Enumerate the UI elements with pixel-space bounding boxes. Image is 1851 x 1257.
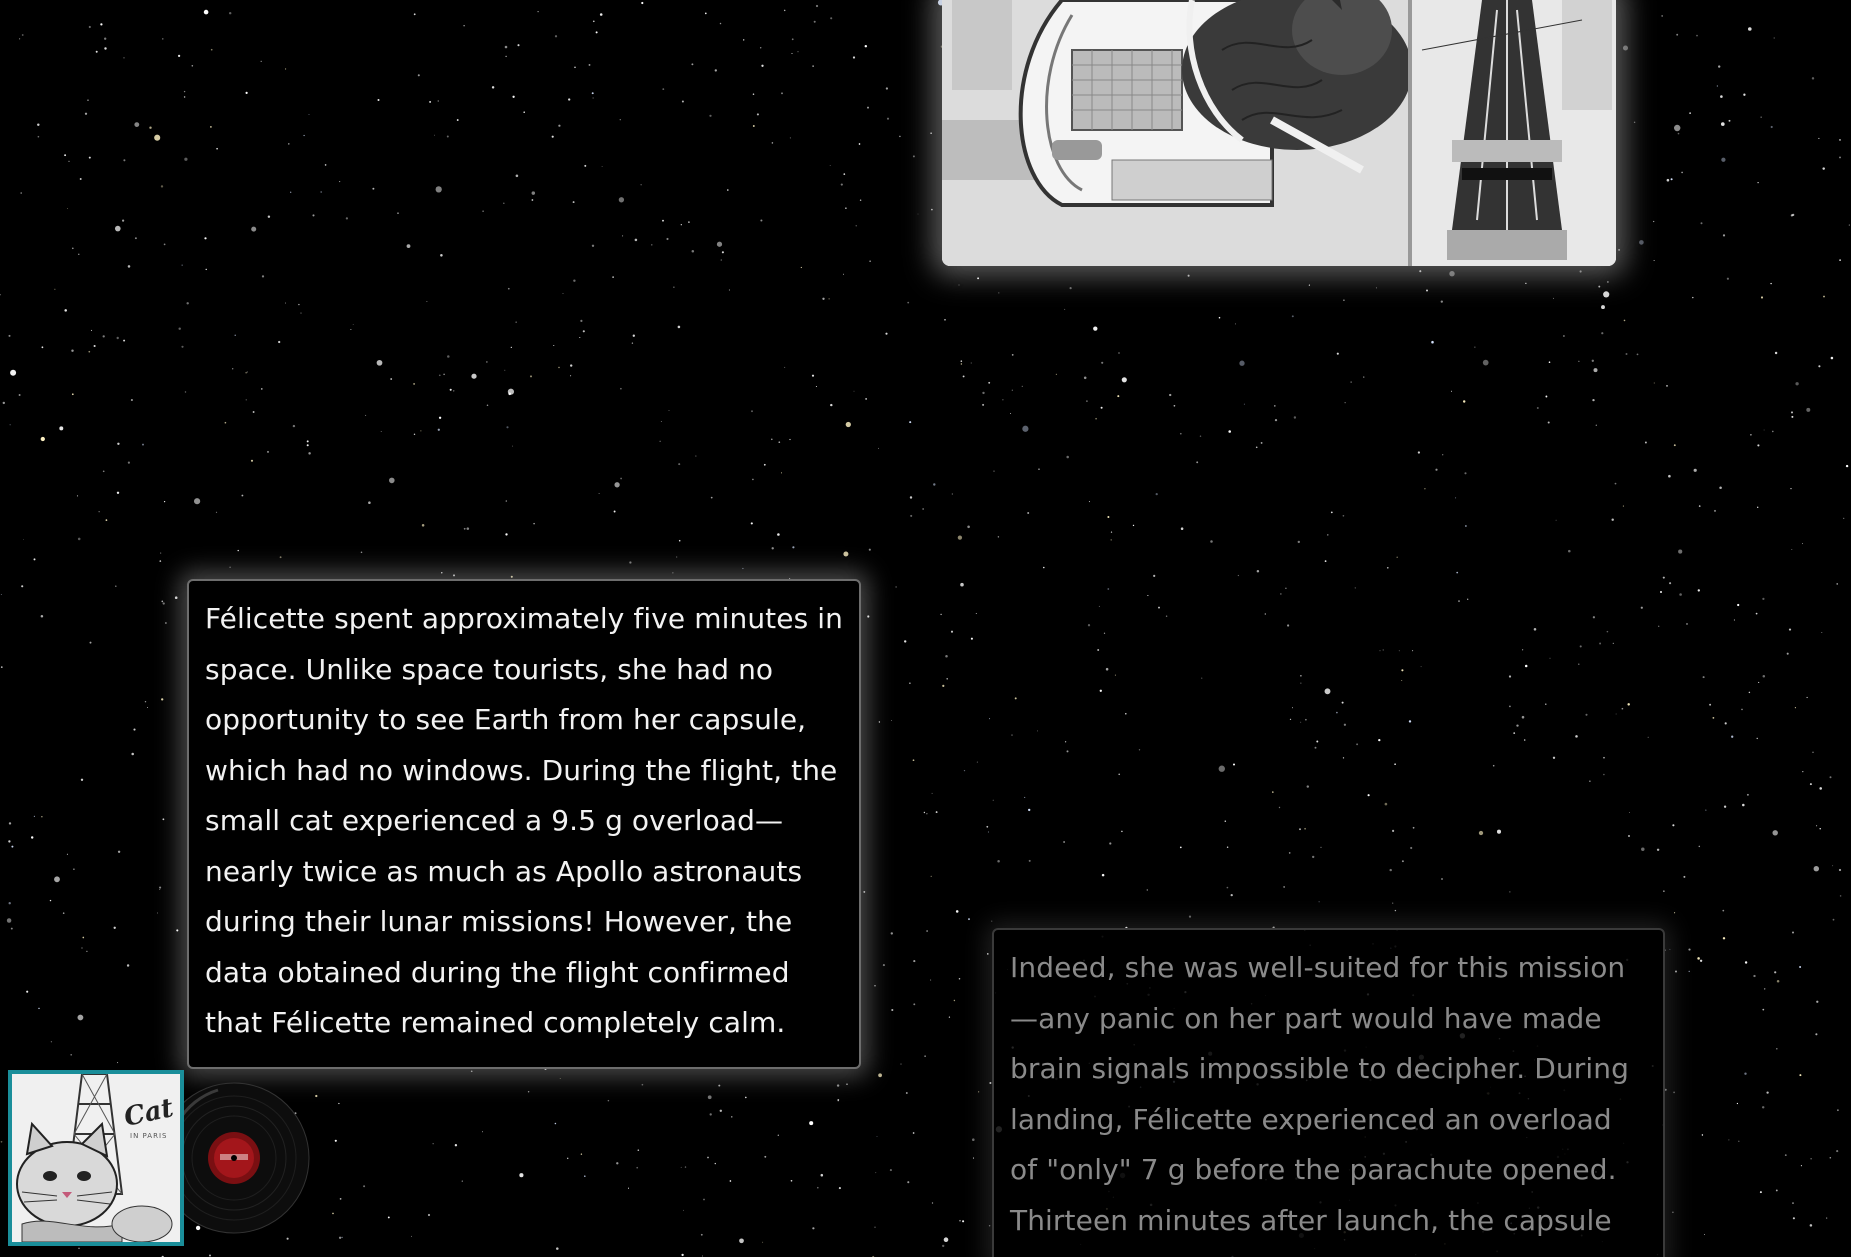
music-player[interactable]: Cat IN PARIS	[8, 1070, 310, 1250]
story-card-flight: Félicette spent approximately five minut…	[187, 579, 861, 1069]
capsule-photo	[942, 0, 1616, 266]
story-card-landing: Indeed, she was well-suited for this mis…	[992, 928, 1665, 1257]
story-text-flight: Félicette spent approximately five minut…	[205, 602, 843, 1039]
album-cover[interactable]: Cat IN PARIS	[8, 1070, 184, 1246]
capsule-photo-image	[942, 0, 1616, 266]
album-subtitle: IN PARIS	[130, 1132, 168, 1140]
story-text-landing: Indeed, she was well-suited for this mis…	[1010, 951, 1629, 1257]
